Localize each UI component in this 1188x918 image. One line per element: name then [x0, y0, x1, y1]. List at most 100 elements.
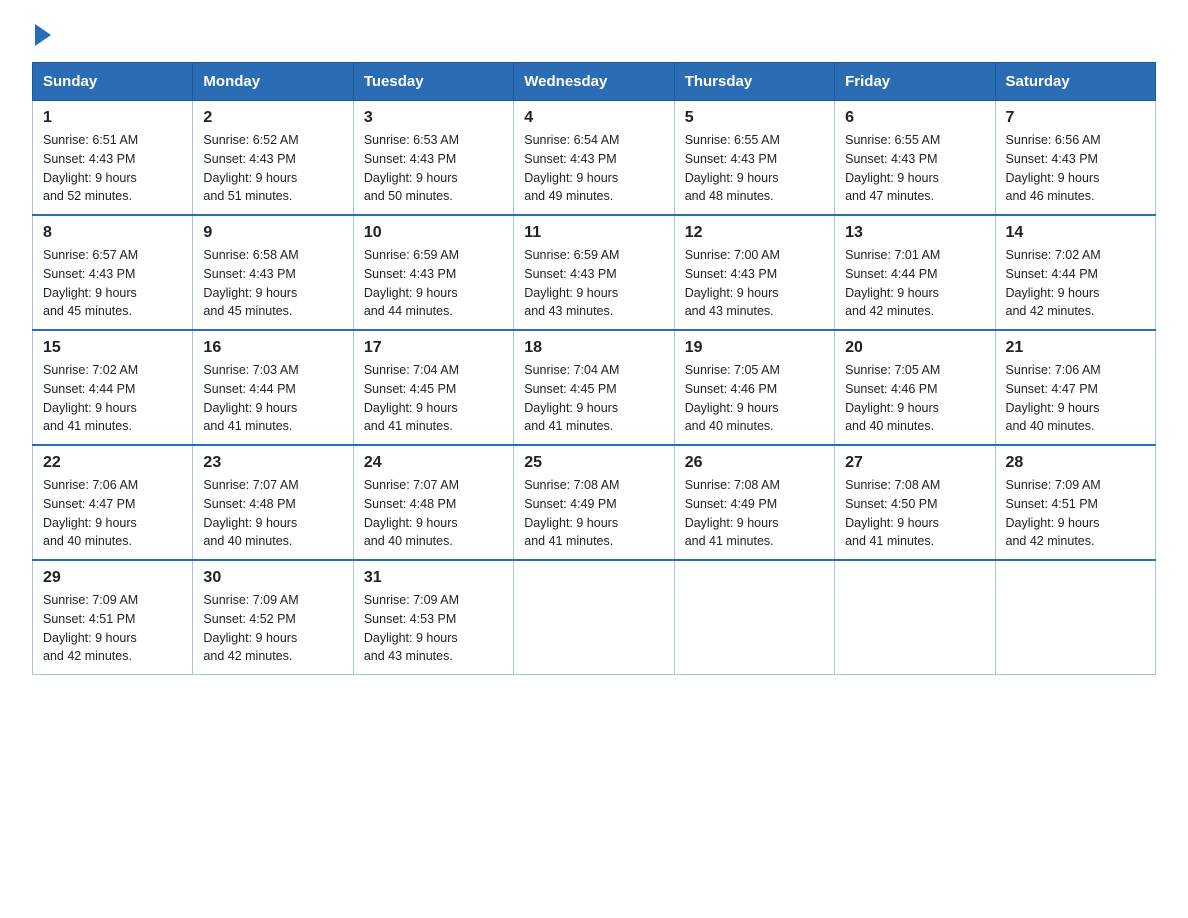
day-detail: Sunrise: 7:02 AM Sunset: 4:44 PM Dayligh… — [43, 361, 182, 436]
calendar-day-cell: 30 Sunrise: 7:09 AM Sunset: 4:52 PM Dayl… — [193, 560, 353, 675]
calendar-day-cell: 8 Sunrise: 6:57 AM Sunset: 4:43 PM Dayli… — [33, 215, 193, 330]
day-detail: Sunrise: 6:53 AM Sunset: 4:43 PM Dayligh… — [364, 131, 503, 206]
calendar-day-cell: 29 Sunrise: 7:09 AM Sunset: 4:51 PM Dayl… — [33, 560, 193, 675]
calendar-day-cell: 25 Sunrise: 7:08 AM Sunset: 4:49 PM Dayl… — [514, 445, 674, 560]
calendar-day-cell — [674, 560, 834, 675]
weekday-header-saturday: Saturday — [995, 63, 1155, 101]
day-number: 3 — [364, 109, 503, 127]
calendar-day-cell: 15 Sunrise: 7:02 AM Sunset: 4:44 PM Dayl… — [33, 330, 193, 445]
calendar-day-cell: 9 Sunrise: 6:58 AM Sunset: 4:43 PM Dayli… — [193, 215, 353, 330]
day-number: 21 — [1006, 339, 1145, 357]
day-number: 16 — [203, 339, 342, 357]
day-number: 4 — [524, 109, 663, 127]
calendar-day-cell: 26 Sunrise: 7:08 AM Sunset: 4:49 PM Dayl… — [674, 445, 834, 560]
day-detail: Sunrise: 6:57 AM Sunset: 4:43 PM Dayligh… — [43, 246, 182, 321]
calendar-day-cell: 27 Sunrise: 7:08 AM Sunset: 4:50 PM Dayl… — [835, 445, 995, 560]
day-number: 22 — [43, 454, 182, 472]
calendar-day-cell — [995, 560, 1155, 675]
day-number: 25 — [524, 454, 663, 472]
day-detail: Sunrise: 6:59 AM Sunset: 4:43 PM Dayligh… — [364, 246, 503, 321]
day-detail: Sunrise: 7:09 AM Sunset: 4:52 PM Dayligh… — [203, 591, 342, 666]
day-detail: Sunrise: 6:55 AM Sunset: 4:43 PM Dayligh… — [685, 131, 824, 206]
weekday-header-tuesday: Tuesday — [353, 63, 513, 101]
calendar-week-row: 22 Sunrise: 7:06 AM Sunset: 4:47 PM Dayl… — [33, 445, 1156, 560]
day-detail: Sunrise: 6:59 AM Sunset: 4:43 PM Dayligh… — [524, 246, 663, 321]
day-number: 20 — [845, 339, 984, 357]
calendar-day-cell: 21 Sunrise: 7:06 AM Sunset: 4:47 PM Dayl… — [995, 330, 1155, 445]
calendar-week-row: 1 Sunrise: 6:51 AM Sunset: 4:43 PM Dayli… — [33, 101, 1156, 216]
calendar-week-row: 15 Sunrise: 7:02 AM Sunset: 4:44 PM Dayl… — [33, 330, 1156, 445]
calendar-day-cell — [514, 560, 674, 675]
day-detail: Sunrise: 7:07 AM Sunset: 4:48 PM Dayligh… — [364, 476, 503, 551]
day-number: 31 — [364, 569, 503, 587]
day-number: 23 — [203, 454, 342, 472]
day-detail: Sunrise: 7:09 AM Sunset: 4:51 PM Dayligh… — [1006, 476, 1145, 551]
day-detail: Sunrise: 6:56 AM Sunset: 4:43 PM Dayligh… — [1006, 131, 1145, 206]
day-number: 30 — [203, 569, 342, 587]
calendar-day-cell: 20 Sunrise: 7:05 AM Sunset: 4:46 PM Dayl… — [835, 330, 995, 445]
day-detail: Sunrise: 7:06 AM Sunset: 4:47 PM Dayligh… — [1006, 361, 1145, 436]
calendar-day-cell: 10 Sunrise: 6:59 AM Sunset: 4:43 PM Dayl… — [353, 215, 513, 330]
day-number: 10 — [364, 224, 503, 242]
day-number: 28 — [1006, 454, 1145, 472]
day-detail: Sunrise: 7:03 AM Sunset: 4:44 PM Dayligh… — [203, 361, 342, 436]
day-number: 14 — [1006, 224, 1145, 242]
day-detail: Sunrise: 7:09 AM Sunset: 4:51 PM Dayligh… — [43, 591, 182, 666]
day-number: 15 — [43, 339, 182, 357]
day-detail: Sunrise: 7:09 AM Sunset: 4:53 PM Dayligh… — [364, 591, 503, 666]
day-detail: Sunrise: 7:06 AM Sunset: 4:47 PM Dayligh… — [43, 476, 182, 551]
calendar-day-cell: 4 Sunrise: 6:54 AM Sunset: 4:43 PM Dayli… — [514, 101, 674, 216]
day-number: 19 — [685, 339, 824, 357]
day-detail: Sunrise: 7:04 AM Sunset: 4:45 PM Dayligh… — [524, 361, 663, 436]
day-detail: Sunrise: 7:08 AM Sunset: 4:49 PM Dayligh… — [524, 476, 663, 551]
day-detail: Sunrise: 7:05 AM Sunset: 4:46 PM Dayligh… — [685, 361, 824, 436]
day-detail: Sunrise: 7:07 AM Sunset: 4:48 PM Dayligh… — [203, 476, 342, 551]
calendar-table: SundayMondayTuesdayWednesdayThursdayFrid… — [32, 62, 1156, 675]
calendar-day-cell: 31 Sunrise: 7:09 AM Sunset: 4:53 PM Dayl… — [353, 560, 513, 675]
calendar-day-cell: 12 Sunrise: 7:00 AM Sunset: 4:43 PM Dayl… — [674, 215, 834, 330]
logo — [32, 24, 51, 46]
calendar-day-cell — [835, 560, 995, 675]
page-header — [32, 24, 1156, 46]
day-number: 2 — [203, 109, 342, 127]
day-detail: Sunrise: 7:08 AM Sunset: 4:49 PM Dayligh… — [685, 476, 824, 551]
calendar-day-cell: 28 Sunrise: 7:09 AM Sunset: 4:51 PM Dayl… — [995, 445, 1155, 560]
calendar-day-cell: 5 Sunrise: 6:55 AM Sunset: 4:43 PM Dayli… — [674, 101, 834, 216]
calendar-day-cell: 16 Sunrise: 7:03 AM Sunset: 4:44 PM Dayl… — [193, 330, 353, 445]
day-number: 11 — [524, 224, 663, 242]
day-detail: Sunrise: 7:00 AM Sunset: 4:43 PM Dayligh… — [685, 246, 824, 321]
day-number: 18 — [524, 339, 663, 357]
weekday-header-monday: Monday — [193, 63, 353, 101]
calendar-day-cell: 24 Sunrise: 7:07 AM Sunset: 4:48 PM Dayl… — [353, 445, 513, 560]
weekday-header-sunday: Sunday — [33, 63, 193, 101]
day-number: 5 — [685, 109, 824, 127]
calendar-day-cell: 19 Sunrise: 7:05 AM Sunset: 4:46 PM Dayl… — [674, 330, 834, 445]
calendar-day-cell: 11 Sunrise: 6:59 AM Sunset: 4:43 PM Dayl… — [514, 215, 674, 330]
day-detail: Sunrise: 6:52 AM Sunset: 4:43 PM Dayligh… — [203, 131, 342, 206]
calendar-day-cell: 1 Sunrise: 6:51 AM Sunset: 4:43 PM Dayli… — [33, 101, 193, 216]
day-number: 7 — [1006, 109, 1145, 127]
day-number: 29 — [43, 569, 182, 587]
day-number: 1 — [43, 109, 182, 127]
day-number: 13 — [845, 224, 984, 242]
day-detail: Sunrise: 7:05 AM Sunset: 4:46 PM Dayligh… — [845, 361, 984, 436]
day-detail: Sunrise: 7:08 AM Sunset: 4:50 PM Dayligh… — [845, 476, 984, 551]
logo-arrow-icon — [35, 24, 51, 46]
calendar-day-cell: 17 Sunrise: 7:04 AM Sunset: 4:45 PM Dayl… — [353, 330, 513, 445]
day-number: 12 — [685, 224, 824, 242]
day-detail: Sunrise: 7:04 AM Sunset: 4:45 PM Dayligh… — [364, 361, 503, 436]
day-number: 9 — [203, 224, 342, 242]
day-number: 24 — [364, 454, 503, 472]
day-number: 17 — [364, 339, 503, 357]
day-detail: Sunrise: 6:58 AM Sunset: 4:43 PM Dayligh… — [203, 246, 342, 321]
calendar-day-cell: 13 Sunrise: 7:01 AM Sunset: 4:44 PM Dayl… — [835, 215, 995, 330]
day-number: 8 — [43, 224, 182, 242]
calendar-day-cell: 18 Sunrise: 7:04 AM Sunset: 4:45 PM Dayl… — [514, 330, 674, 445]
calendar-day-cell: 6 Sunrise: 6:55 AM Sunset: 4:43 PM Dayli… — [835, 101, 995, 216]
weekday-header-wednesday: Wednesday — [514, 63, 674, 101]
calendar-day-cell: 3 Sunrise: 6:53 AM Sunset: 4:43 PM Dayli… — [353, 101, 513, 216]
day-number: 26 — [685, 454, 824, 472]
day-number: 27 — [845, 454, 984, 472]
day-detail: Sunrise: 6:51 AM Sunset: 4:43 PM Dayligh… — [43, 131, 182, 206]
day-detail: Sunrise: 7:02 AM Sunset: 4:44 PM Dayligh… — [1006, 246, 1145, 321]
